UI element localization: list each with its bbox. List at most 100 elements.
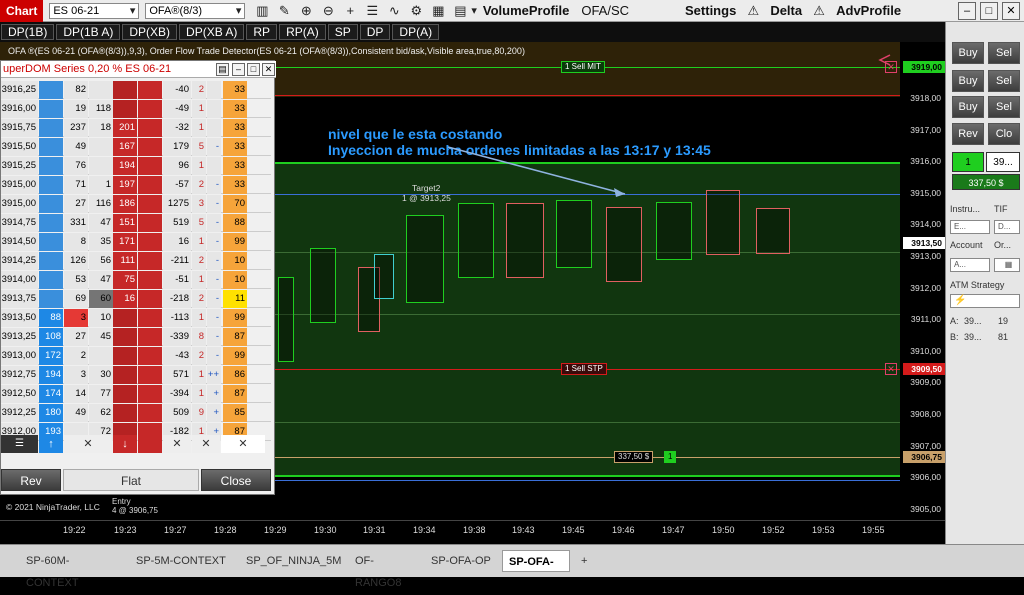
- grid-icon[interactable]: ▦: [427, 3, 449, 19]
- arrow-up-icon[interactable]: ↑: [39, 435, 63, 453]
- dom-cell-ask-bar[interactable]: [138, 252, 162, 270]
- dom-cell-ask[interactable]: [113, 385, 137, 403]
- zoom-in-icon[interactable]: ⊕: [295, 3, 317, 19]
- dom-cell-ask[interactable]: [113, 347, 137, 365]
- dom-cell-price[interactable]: 3915,50: [1, 138, 38, 156]
- dom-row[interactable]: 3913,25 108 27 45 -339 8-87: [1, 328, 271, 346]
- dom-cell-ask[interactable]: 201: [113, 119, 137, 137]
- dom-cell-c1[interactable]: 126: [64, 252, 88, 270]
- dom-cell-vol[interactable]: 87: [223, 385, 247, 403]
- dom-cell-c4[interactable]: 5: [192, 214, 206, 232]
- stp-order-tag[interactable]: 1 Sell STP: [561, 363, 607, 375]
- dom-cell-c4[interactable]: 1: [192, 233, 206, 251]
- dom-cell-ask[interactable]: [113, 366, 137, 384]
- dom-cell-price[interactable]: 3916,00: [1, 100, 38, 118]
- footprint-bar[interactable]: [706, 190, 740, 255]
- dom-cell-c4[interactable]: 1: [192, 157, 206, 175]
- template-selector[interactable]: OFA®(8/3) ▾: [145, 2, 246, 19]
- dom-cell-c5[interactable]: [207, 157, 221, 175]
- chevron-down-icon[interactable]: ▾: [471, 4, 477, 17]
- dom-cell-c2[interactable]: 60: [89, 290, 113, 308]
- dom-cell-c3[interactable]: -339: [163, 328, 191, 346]
- dom-cell-bid[interactable]: [39, 252, 63, 270]
- dom-cell-price[interactable]: 3912,25: [1, 404, 38, 422]
- dom-cell-bid[interactable]: [39, 290, 63, 308]
- dom-cell-c4[interactable]: 2: [192, 252, 206, 270]
- dom-cell-vol[interactable]: 70: [223, 195, 247, 213]
- flat-button[interactable]: Flat: [63, 469, 199, 491]
- dom-cell-c5[interactable]: -: [207, 138, 221, 156]
- dom-cell-ask[interactable]: 151: [113, 214, 137, 232]
- price-axis[interactable]: 3919,00 3913,50 3909,50 3906,75 3918,00 3…: [900, 42, 945, 520]
- dom-cell-c3[interactable]: -49: [163, 100, 191, 118]
- dom-cell-ask-bar[interactable]: [138, 119, 162, 137]
- dom-cell-ask[interactable]: [113, 328, 137, 346]
- ofa-sc-button[interactable]: OFA/SC: [581, 3, 629, 18]
- dom-cell-ask-bar[interactable]: [138, 138, 162, 156]
- indicator-button-8[interactable]: DP(A): [392, 24, 440, 40]
- properties-icon[interactable]: ☰: [361, 3, 383, 19]
- dom-cell-ask-bar[interactable]: [138, 176, 162, 194]
- dom-cell-price[interactable]: 3915,00: [1, 195, 38, 213]
- dom-cell-price[interactable]: 3916,25: [1, 81, 38, 99]
- dom-cell-c3[interactable]: 571: [163, 366, 191, 384]
- buy-button-3[interactable]: Buy: [952, 96, 984, 118]
- dom-cell-ask-bar[interactable]: [138, 233, 162, 251]
- arrow-down-icon[interactable]: ↓: [113, 435, 137, 453]
- bar-chart-icon[interactable]: ▥: [251, 3, 273, 19]
- dom-cell-bid[interactable]: 108: [39, 328, 63, 346]
- tif-select[interactable]: D...: [994, 220, 1020, 234]
- dom-cell-c5[interactable]: [207, 119, 221, 137]
- dom-row[interactable]: 3915,00 27 116 186 1275 3-70: [1, 195, 271, 213]
- rev-button[interactable]: Rev: [1, 469, 61, 491]
- dom-cell-c2[interactable]: 77: [89, 385, 113, 403]
- dom-cell-ask[interactable]: 186: [113, 195, 137, 213]
- dom-cell-c2[interactable]: [89, 347, 113, 365]
- dom-cell-c5[interactable]: -: [207, 176, 221, 194]
- indicator-button-5[interactable]: RP(A): [279, 24, 326, 40]
- dom-cell-ask-bar[interactable]: [138, 271, 162, 289]
- dom-cell-c4[interactable]: 1: [192, 366, 206, 384]
- indicator-button-0[interactable]: DP(1B): [1, 24, 55, 40]
- dom-cell-c5[interactable]: [207, 100, 221, 118]
- sell-button-1[interactable]: Sel: [988, 42, 1020, 64]
- dom-cell-bid[interactable]: [39, 233, 63, 251]
- sell-button-3[interactable]: Sel: [988, 96, 1020, 118]
- cancel-mit-icon[interactable]: ✕: [885, 61, 897, 73]
- delta-button[interactable]: Delta: [770, 3, 802, 18]
- cancel-stp-icon[interactable]: ✕: [885, 363, 897, 375]
- dom-cell-c4[interactable]: 1: [192, 119, 206, 137]
- dom-cell-ask-bar[interactable]: [138, 347, 162, 365]
- footprint-bar[interactable]: [556, 200, 592, 268]
- indicator-button-6[interactable]: SP: [327, 24, 358, 40]
- dom-cell-c3[interactable]: 509: [163, 404, 191, 422]
- dom-cell-c5[interactable]: +: [207, 385, 221, 403]
- time-axis[interactable]: 19:22 19:23 19:27 19:28 19:29 19:30 19:31 19:34…: [0, 520, 945, 544]
- dom-cell-c2[interactable]: 118: [89, 100, 113, 118]
- tab-1[interactable]: SP-5M-CONTEXT: [130, 550, 235, 572]
- dom-cell-bid[interactable]: [39, 271, 63, 289]
- dom-cell-c5[interactable]: -: [207, 233, 221, 251]
- dom-cell-vol[interactable]: 99: [223, 233, 247, 251]
- dom-cell-c5[interactable]: -: [207, 252, 221, 270]
- dom-cell-c1[interactable]: 49: [64, 138, 88, 156]
- dom-cell-c1[interactable]: 27: [64, 328, 88, 346]
- dom-cell-bid[interactable]: [39, 157, 63, 175]
- crosshair-icon[interactable]: +: [339, 3, 361, 18]
- footprint-bar[interactable]: [656, 202, 692, 260]
- volume-profile-button[interactable]: VolumeProfile: [483, 3, 569, 18]
- dom-cell-c5[interactable]: ++: [207, 366, 221, 384]
- dom-cell-price[interactable]: 3914,50: [1, 233, 38, 251]
- dom-cell-ask[interactable]: 197: [113, 176, 137, 194]
- dom-cell-c3[interactable]: -211: [163, 252, 191, 270]
- dom-row[interactable]: 3914,50 8 35 171 16 1-99: [1, 233, 271, 251]
- dom-cell-bid[interactable]: 88: [39, 309, 63, 327]
- dom-cell-vol[interactable]: 33: [223, 138, 247, 156]
- dom-cell-c3[interactable]: -113: [163, 309, 191, 327]
- footprint-bar[interactable]: [606, 207, 642, 282]
- instrument-select[interactable]: E...: [950, 220, 990, 234]
- settings-icon[interactable]: ▤: [216, 63, 229, 76]
- dom-row[interactable]: 3915,25 76 194 96 1 33: [1, 157, 271, 175]
- dom-cell-c4[interactable]: 5: [192, 138, 206, 156]
- pencil-icon[interactable]: ✎: [273, 3, 295, 19]
